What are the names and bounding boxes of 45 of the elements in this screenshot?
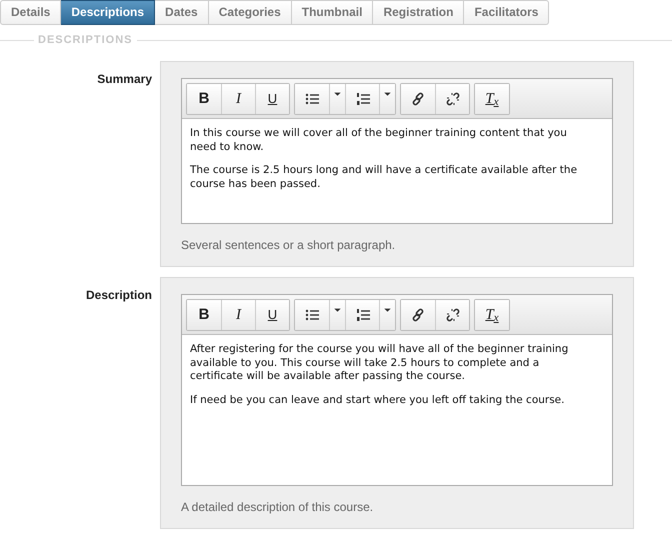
underline-button[interactable]: U (255, 84, 289, 114)
link-button[interactable] (401, 84, 435, 114)
remove-format-button[interactable]: T$_{x}$ (475, 300, 509, 330)
field-label: Summary (96, 71, 153, 88)
tab[interactable]: Facilitators (464, 0, 550, 25)
bulleted-list-button[interactable] (295, 84, 329, 114)
dropdown-button[interactable] (379, 84, 395, 114)
numbered-list-icon (356, 92, 370, 106)
tab[interactable]: Descriptions (61, 0, 156, 25)
dropdown-button[interactable] (379, 300, 395, 330)
italic-button[interactable]: I (221, 300, 255, 330)
bulleted-list-icon (305, 92, 319, 106)
remove-format-button[interactable]: T$_{x}$ (475, 84, 509, 114)
help-text: A detailed description of this course. (181, 499, 374, 516)
link-icon (411, 92, 425, 106)
tab[interactable]: Thumbnail (292, 0, 374, 25)
numbered-list-button[interactable] (345, 84, 379, 114)
tab[interactable]: Categories (208, 0, 292, 25)
bulleted-list-icon (305, 308, 319, 322)
numbered-list-icon (356, 308, 370, 322)
unlink-icon (446, 308, 460, 322)
unlink-icon (446, 92, 460, 106)
rich-text-editor[interactable] (181, 78, 613, 224)
tab[interactable]: Details (0, 0, 62, 25)
editor-paragraph: The course is 2.5 hours long and will have a certificate available after the course has been passed. (190, 164, 578, 192)
unlink-button[interactable] (435, 300, 469, 330)
bulleted-list-button[interactable] (295, 300, 329, 330)
dropdown-button[interactable] (329, 300, 345, 330)
editor-paragraph: In this course we will cover all of the beginner training content that you need to know. (190, 127, 568, 154)
editor-paragraph: After registering for the course you will have all of the beginner training available to you. This course will take 2.5 hours to complete and a certificate will be available after passing the course. (190, 343, 570, 384)
link-button[interactable] (401, 300, 435, 330)
underline-button[interactable]: U (255, 300, 289, 330)
bold-button[interactable]: B (187, 300, 221, 330)
numbered-list-button[interactable] (345, 300, 379, 330)
editor-paragraph: If need be you can leave and start where you left off taking the course. (190, 394, 566, 408)
tab[interactable]: Dates (155, 0, 209, 25)
dropdown-button[interactable] (329, 84, 345, 114)
help-text: Several sentences or a short paragraph. (181, 237, 396, 254)
unlink-button[interactable] (435, 84, 469, 114)
field-label: Description (84, 287, 153, 304)
italic-button[interactable]: I (221, 84, 255, 114)
tab[interactable]: Registration (373, 0, 464, 25)
rich-text-editor[interactable] (181, 294, 613, 486)
bold-button[interactable]: B (187, 84, 221, 114)
link-icon (411, 308, 425, 322)
